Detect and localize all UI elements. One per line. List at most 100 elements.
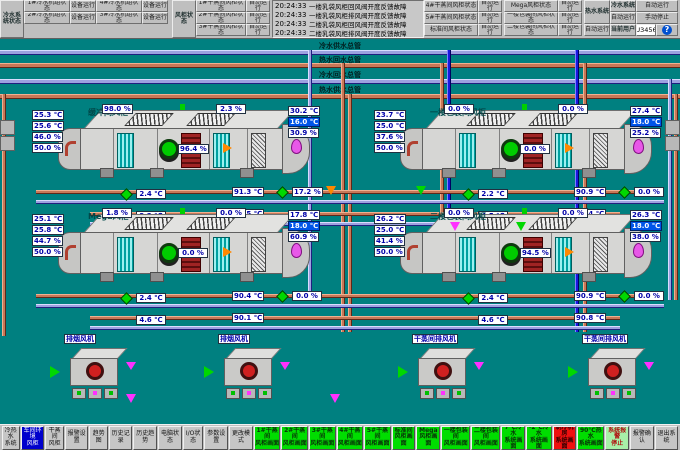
nav-button[interactable]: 标准间 风柜画面 [392, 426, 416, 450]
section-divider [499, 233, 500, 273]
nav-button[interactable]: 5#干蒸间 风柜画面 [364, 426, 391, 450]
top-status-bar: 冷水系统状态 1#冷水机组状态设备运行4#冷水机组状态设备运行2#冷水机组状态设… [0, 0, 680, 39]
exhaust-fan-unit: 干蒸间排风机 [390, 334, 500, 406]
filter-panel [251, 133, 266, 168]
nav-button[interactable]: 4#干蒸间 风柜画面 [337, 426, 364, 450]
nav-button[interactable]: 2#干蒸间 风柜画面 [281, 426, 308, 450]
supply-fan-icon [159, 139, 179, 159]
hot-valve-position-box: 0.0 % [292, 291, 322, 301]
chilled-water-temp-box: 2.4 ℃ [136, 293, 166, 303]
damper-position-box: 0.0 % [444, 104, 474, 114]
nav-button[interactable]: 更改模式 [229, 426, 253, 450]
supply-air-humidity-box: 25.2 % [630, 128, 661, 138]
return-air-humidity-box: 50.0 % [374, 143, 405, 153]
setpoint-temp-box: 16.0 ℃ [288, 117, 320, 127]
nav-button[interactable]: 冷热水 系统 [2, 426, 20, 450]
section-divider [551, 129, 552, 169]
damper-position-box: 0.0 % [178, 248, 208, 258]
ahu-leg [100, 168, 114, 178]
ahu-leg [582, 272, 596, 282]
damper-position-box: 2.3 % [216, 104, 246, 114]
hot-valve-icon [618, 290, 631, 303]
fan-status-cell: 2#干蒸间风柜状态 [196, 12, 246, 24]
fan-status-cell: 二楼包装间风柜状态 [504, 24, 558, 36]
nav-button[interactable]: 退出系统 [655, 426, 679, 450]
nav-button[interactable]: 干蒸间 风柜 [45, 426, 63, 450]
fan-status-cell: 自动运行 [246, 12, 270, 24]
fan-status-cell: 自动运行 [558, 24, 582, 36]
fan-status-cell: 自动运行 [478, 12, 502, 24]
ahu-leg [442, 272, 456, 282]
hot-valve-position-box: 0.0 % [634, 291, 664, 301]
nav-button[interactable]: 历史记录 [109, 426, 133, 450]
inlet-duct-icon [407, 141, 418, 156]
fan-status-cell: Mega风柜状态 [504, 0, 558, 12]
damper-position-box: 0.0 % [520, 144, 550, 154]
chiller-status-cell: 4#冷水机组状态 [96, 0, 142, 12]
cooling-coil [117, 237, 134, 272]
section-divider [209, 233, 210, 273]
nav-button[interactable]: 车间环境 风柜 [21, 426, 45, 450]
exhaust-fan-icon [240, 362, 258, 380]
hot-water-supply-temp-box: 91.3 ℃ [232, 187, 264, 197]
fan-status-box [72, 388, 86, 399]
nav-button[interactable]: 电脑状态 [158, 426, 182, 450]
filter-panel [251, 237, 266, 272]
hot-system-label: 热水系统 [584, 0, 610, 24]
nav-button[interactable]: 历史趋势 [133, 426, 157, 450]
fan-label-box: 干蒸间排风机 [582, 334, 628, 344]
ahu-leg [492, 168, 506, 178]
fan-status-box [452, 388, 466, 399]
nav-button[interactable]: 二楼包装间 风柜画面 [471, 426, 500, 450]
damper-position-box: 1.8 % [102, 208, 132, 218]
chilled-water-temp-box: 2.2 ℃ [478, 189, 508, 199]
system-status-grid: 冷水系统 热水系统 自动运行 自动运行 手动停止 自动运行 当前用户 U3456… [584, 0, 680, 38]
flow-arrow-down-icon [126, 394, 136, 403]
nav-button[interactable]: 报警确认 [630, 426, 654, 450]
nav-button[interactable]: 制冷机房 系统画面 [553, 426, 577, 450]
fan-status-cell: 自动运行 [478, 24, 502, 36]
section-divider [113, 129, 114, 169]
inlet-duct-icon [65, 245, 76, 260]
airflow-arrow-icon [565, 143, 574, 153]
flow-arrow-down-icon [416, 186, 426, 195]
alarm-row[interactable]: 20:24:33 二楼乳袋风柜排风阀开度反馈故障 [273, 28, 423, 37]
hot-valve-position-box: 0.0 % [634, 187, 664, 197]
ahu-leg [100, 272, 114, 282]
setpoint-temp-box: 18.0 ℃ [630, 221, 662, 231]
nav-button[interactable]: I/O状态 [183, 426, 204, 450]
chiller-system-status-label: 冷水系统状态 [0, 0, 24, 38]
nav-button[interactable]: 系统报警 停止 [605, 426, 629, 450]
alarm-list: 20:24:33 一楼乳袋风柜回风阀开度反馈故障 20:24:33 一楼乳袋风柜… [272, 0, 424, 38]
return-air-temp-box: 25.6 ℃ [32, 121, 64, 131]
outflow-arrow-icon [126, 362, 136, 370]
ahu-leg [240, 272, 254, 282]
airflow-arrow-icon [565, 247, 574, 257]
return-air-humidity-box: 50.0 % [32, 247, 63, 257]
supply-air-temp-box: 17.8 ℃ [288, 210, 320, 220]
fan-status-box [590, 388, 604, 399]
outlet-fan-icon [291, 139, 302, 154]
chiller-status-cell: 设备运行 [142, 12, 168, 24]
section-divider [589, 129, 590, 169]
fan-status-cell: 自动运行 [478, 0, 502, 12]
fan-status-cell: 标准间风柜状态 [424, 24, 478, 36]
nav-button[interactable]: 3#干蒸间 风柜画面 [309, 426, 336, 450]
nav-button[interactable]: 报警设置 [65, 426, 89, 450]
fan-status-box [258, 388, 272, 399]
nav-button[interactable]: -2℃冷水 系统画面 [526, 426, 551, 450]
fan-status-box [622, 388, 636, 399]
nav-button[interactable]: 参数设置 [204, 426, 228, 450]
help-icon[interactable]: ? [662, 25, 672, 35]
section-divider [157, 129, 158, 169]
nav-button[interactable]: 一楼包装间 风柜画面 [441, 426, 470, 450]
nav-button[interactable]: 7℃冷水 系统画面 [501, 426, 525, 450]
pipe-tag [0, 136, 15, 151]
nav-button[interactable]: 90℃热水 系统画面 [577, 426, 604, 450]
alarm-time: 20:24:33 [273, 2, 309, 10]
nav-button[interactable]: 趋势图 [89, 426, 107, 450]
chilled-water-temp-box: 2.4 ℃ [136, 189, 166, 199]
return-air-temp-box: 25.3 ℃ [32, 110, 64, 120]
nav-button[interactable]: 1#干蒸间 风柜画面 [254, 426, 281, 450]
nav-button[interactable]: Mega 风柜画面 [416, 426, 440, 450]
